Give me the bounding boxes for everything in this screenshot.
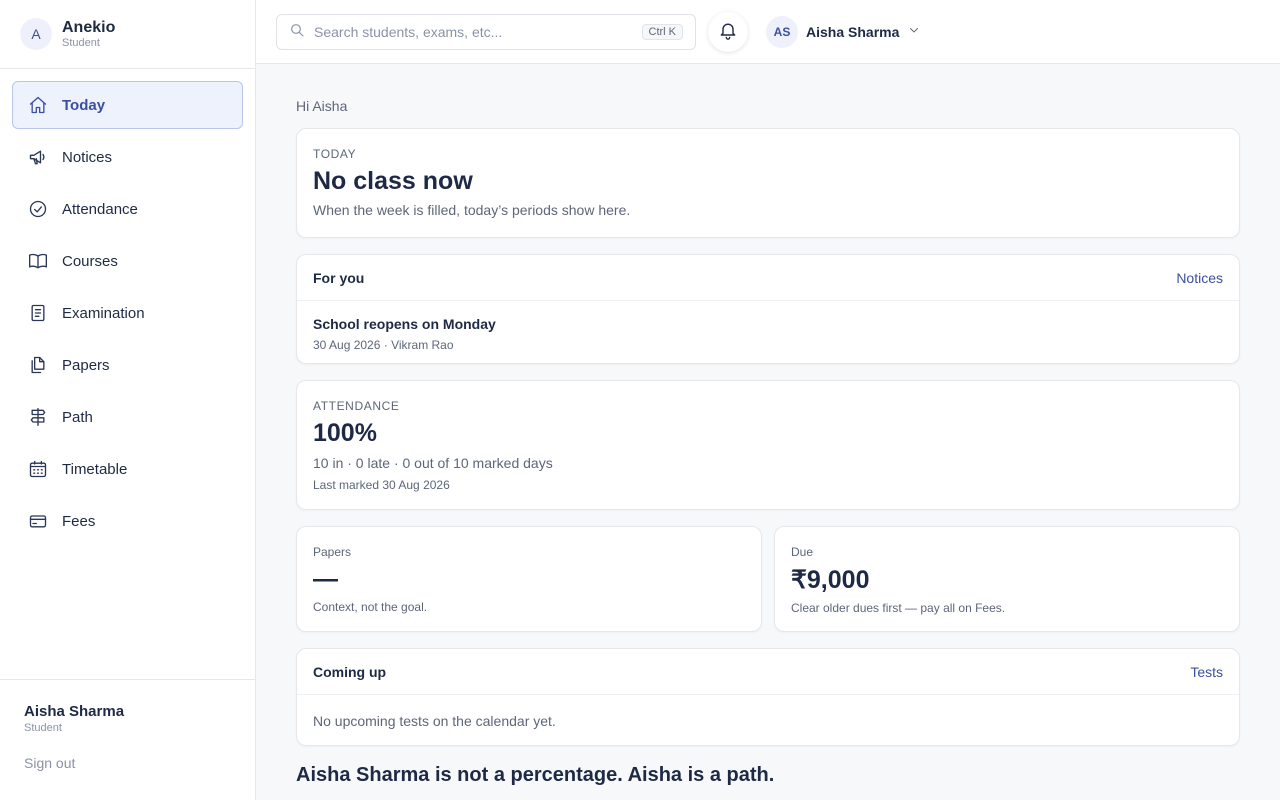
sidebar-item-label: Examination xyxy=(62,304,145,322)
coming-up-card: Coming up Tests No upcoming tests on the… xyxy=(296,648,1240,746)
search-icon xyxy=(289,22,305,43)
motto-heading: Aisha Sharma is not a percentage. Aisha … xyxy=(296,764,775,786)
sidebar-item-label: Attendance xyxy=(62,200,138,218)
due-card: Due ₹9,000 Clear older dues first — pay … xyxy=(774,526,1240,632)
sidebar-item-attendance[interactable]: Attendance xyxy=(12,185,243,233)
sidebar: A Anekio Student Today Notices Attendanc… xyxy=(0,0,256,800)
tests-link[interactable]: Tests xyxy=(1190,664,1223,680)
papers-value: — xyxy=(313,565,338,593)
sidebar-item-label: Today xyxy=(62,96,106,114)
avatar: AS xyxy=(766,16,798,48)
sidebar-item-courses[interactable]: Courses xyxy=(12,237,243,285)
topbar: Ctrl K AS Aisha Sharma xyxy=(256,0,1280,64)
check-circle-icon xyxy=(27,198,49,220)
papers-note: Context, not the goal. xyxy=(313,600,428,614)
signpost-icon xyxy=(27,406,49,428)
megaphone-icon xyxy=(27,146,49,168)
search-box[interactable]: Ctrl K xyxy=(276,14,696,50)
calendar-icon xyxy=(27,458,49,480)
footer-user-name: Aisha Sharma xyxy=(24,703,125,720)
sidebar-item-path[interactable]: Path xyxy=(12,393,243,441)
footer-user-role: Student xyxy=(24,722,62,734)
sidebar-item-today[interactable]: Today xyxy=(12,81,243,129)
sidebar-item-label: Papers xyxy=(62,356,110,374)
sidebar-item-fees[interactable]: Fees xyxy=(12,497,243,545)
sidebar-item-examination[interactable]: Examination xyxy=(12,289,243,337)
list-item[interactable]: School reopens on Monday 30 Aug 2026 · V… xyxy=(297,301,1239,352)
chevron-down-icon xyxy=(899,23,920,41)
sidebar-nav: Today Notices Attendance Courses Examina… xyxy=(0,69,255,545)
brand-name: Anekio xyxy=(62,18,116,36)
coming-up-title: Coming up xyxy=(313,663,387,680)
user-menu[interactable]: AS Aisha Sharma xyxy=(766,16,920,48)
brand-avatar: A xyxy=(20,18,52,50)
due-amount: ₹9,000 xyxy=(791,566,870,594)
notice-title: School reopens on Monday xyxy=(313,316,496,332)
document-icon xyxy=(27,302,49,324)
attendance-summary: 10 in · 0 late · 0 out of 10 marked days xyxy=(313,455,553,471)
sidebar-item-label: Courses xyxy=(62,252,118,270)
today-title: No class now xyxy=(313,167,473,195)
greeting: Hi Aisha xyxy=(296,98,348,114)
coming-up-empty-state: No upcoming tests on the calendar yet. xyxy=(313,713,556,729)
papers-icon xyxy=(27,354,49,376)
for-you-card: For you Notices School reopens on Monday… xyxy=(296,254,1240,364)
attendance-percentage: 100% xyxy=(313,419,377,447)
search-input[interactable] xyxy=(314,24,634,40)
sidebar-item-notices[interactable]: Notices xyxy=(12,133,243,181)
for-you-title: For you xyxy=(313,269,365,286)
brand: A Anekio Student xyxy=(0,0,255,69)
brand-role: Student xyxy=(62,36,100,49)
sign-out-link[interactable]: Sign out xyxy=(24,755,231,771)
notice-meta: 30 Aug 2026 · Vikram Rao xyxy=(313,338,454,352)
attendance-last-marked: Last marked 30 Aug 2026 xyxy=(313,478,450,492)
today-subtitle: When the week is filled, today’s periods… xyxy=(313,202,631,218)
home-icon xyxy=(27,94,49,116)
user-name: Aisha Sharma xyxy=(806,24,900,40)
card-icon xyxy=(27,510,49,532)
sidebar-footer: Aisha Sharma Student Sign out xyxy=(0,679,255,800)
today-card: TODAY No class now When the week is fill… xyxy=(296,128,1240,238)
due-label: Due xyxy=(791,545,814,559)
papers-card: Papers — Context, not the goal. xyxy=(296,526,762,632)
sidebar-item-label: Fees xyxy=(62,512,96,530)
sidebar-item-label: Notices xyxy=(62,148,113,166)
sidebar-item-label: Path xyxy=(62,408,93,426)
notices-link[interactable]: Notices xyxy=(1176,270,1223,286)
sidebar-item-label: Timetable xyxy=(62,460,128,478)
today-eyebrow: TODAY xyxy=(313,147,357,161)
attendance-card: ATTENDANCE 100% 10 in · 0 late · 0 out o… xyxy=(296,380,1240,510)
bell-icon xyxy=(718,20,738,45)
sidebar-item-papers[interactable]: Papers xyxy=(12,341,243,389)
attendance-eyebrow: ATTENDANCE xyxy=(313,399,400,413)
sidebar-item-timetable[interactable]: Timetable xyxy=(12,445,243,493)
papers-label: Papers xyxy=(313,545,352,559)
due-note: Clear older dues first — pay all on Fees… xyxy=(791,601,1006,615)
notifications-button[interactable] xyxy=(708,12,748,52)
search-shortcut-badge: Ctrl K xyxy=(641,24,683,40)
book-icon xyxy=(27,250,49,272)
